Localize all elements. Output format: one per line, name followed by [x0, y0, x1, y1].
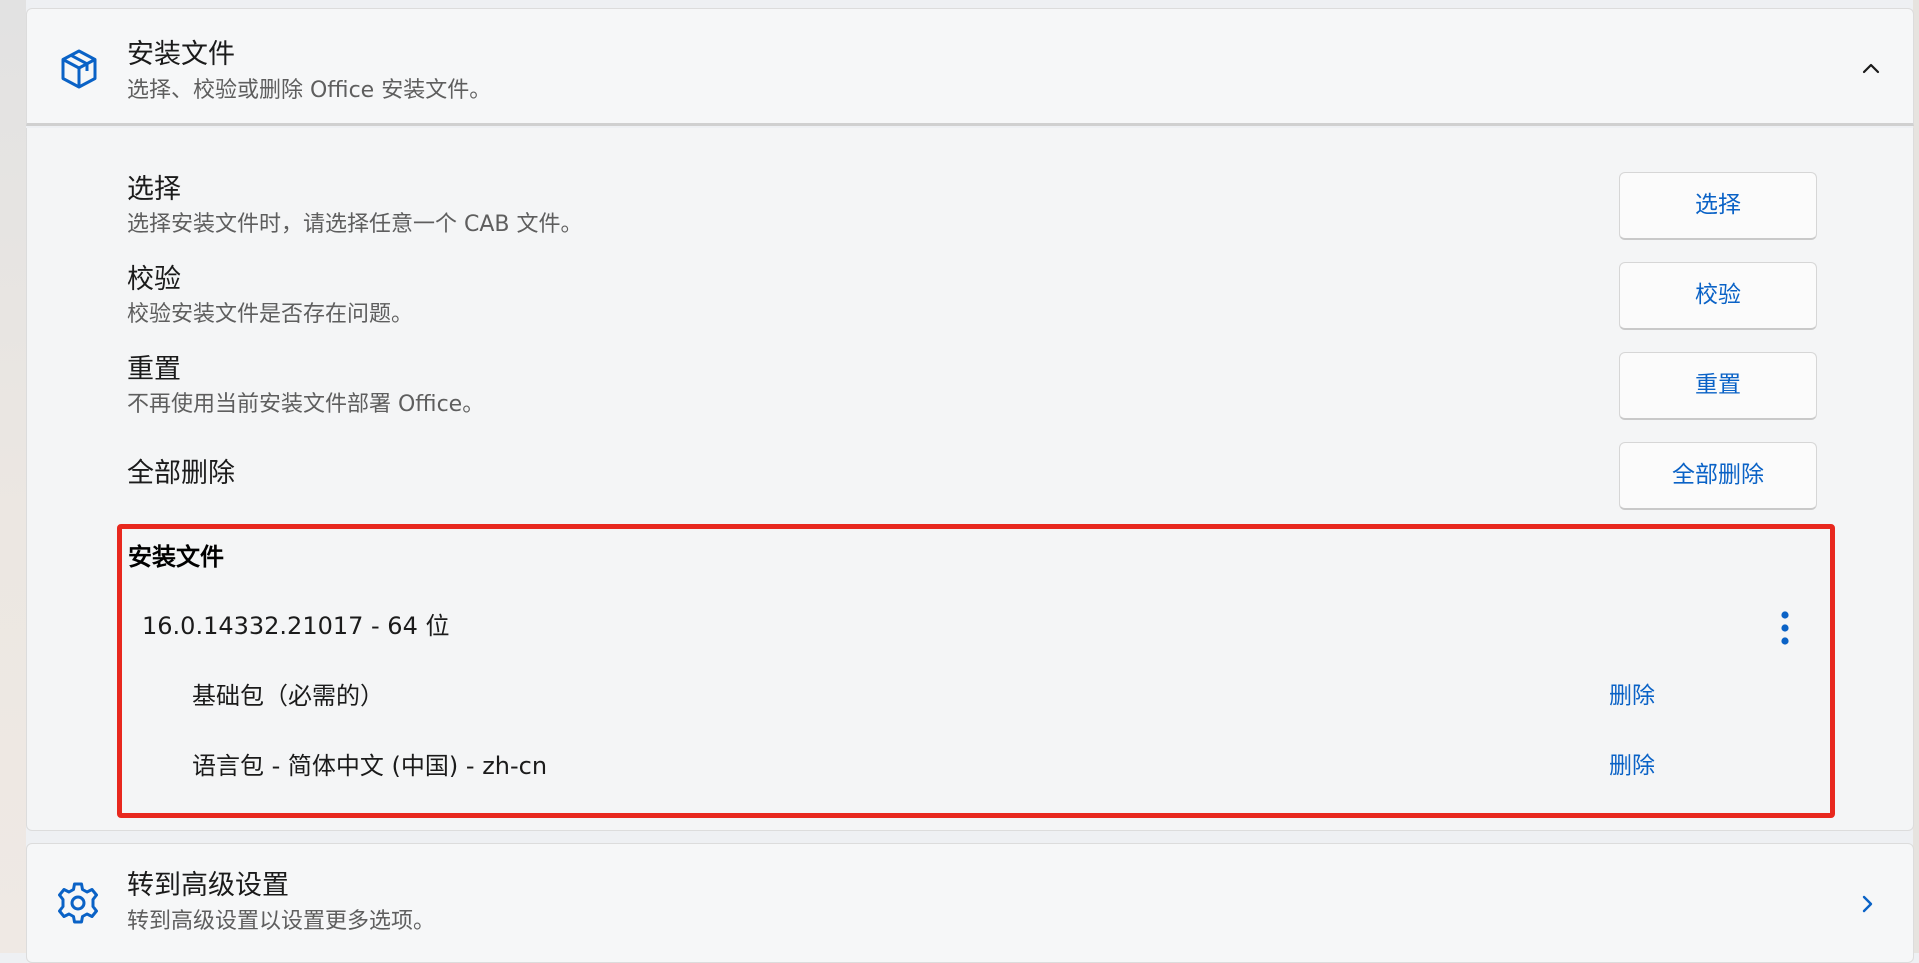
install-files-section-header[interactable]: 安装文件 选择、校验或删除 Office 安装文件。: [26, 8, 1914, 126]
advanced-settings-description: 转到高级设置以设置更多选项。: [127, 909, 436, 934]
select-button[interactable]: 选择: [1619, 172, 1817, 240]
section-title: 安装文件: [127, 39, 235, 70]
background-edge-left: [0, 0, 26, 953]
section-description: 选择、校验或删除 Office 安装文件。: [127, 78, 492, 103]
verify-setting-title: 校验: [127, 264, 181, 295]
install-files-list: 安装文件 16.0.14332.21017 - 64 位 基础包（必需的） 删除…: [117, 524, 1835, 818]
gear-icon: [58, 882, 98, 924]
reset-setting-description: 不再使用当前安装文件部署 Office。: [127, 392, 485, 417]
delete-all-setting-title: 全部删除: [127, 458, 235, 489]
reset-setting-title: 重置: [127, 354, 181, 385]
advanced-settings-title: 转到高级设置: [127, 870, 289, 901]
delete-all-button[interactable]: 全部删除: [1619, 442, 1817, 510]
package-box-icon: [61, 49, 97, 89]
chevron-up-icon[interactable]: [1859, 57, 1883, 81]
delete-base-package-link[interactable]: 删除: [1592, 679, 1672, 713]
verify-button[interactable]: 校验: [1619, 262, 1817, 330]
reset-button[interactable]: 重置: [1619, 352, 1817, 420]
verify-setting-description: 校验安装文件是否存在问题。: [127, 302, 414, 327]
install-files-section-body: 选择 选择安装文件时，请选择任意一个 CAB 文件。 选择 校验 校验安装文件是…: [26, 128, 1914, 831]
install-files-heading: 安装文件: [128, 543, 224, 571]
chevron-right-icon[interactable]: [1855, 892, 1879, 916]
advanced-settings-card[interactable]: 转到高级设置 转到高级设置以设置更多选项。: [26, 843, 1914, 963]
select-setting-description: 选择安装文件时，请选择任意一个 CAB 文件。: [127, 212, 583, 237]
more-vertical-icon[interactable]: [1772, 608, 1798, 648]
select-setting-title: 选择: [127, 174, 181, 205]
delete-language-package-link[interactable]: 删除: [1592, 749, 1672, 783]
base-package-label: 基础包（必需的）: [192, 682, 384, 710]
install-file-version: 16.0.14332.21017 - 64 位: [142, 612, 450, 640]
language-package-label: 语言包 - 简体中文 (中国) - zh-cn: [192, 752, 548, 780]
